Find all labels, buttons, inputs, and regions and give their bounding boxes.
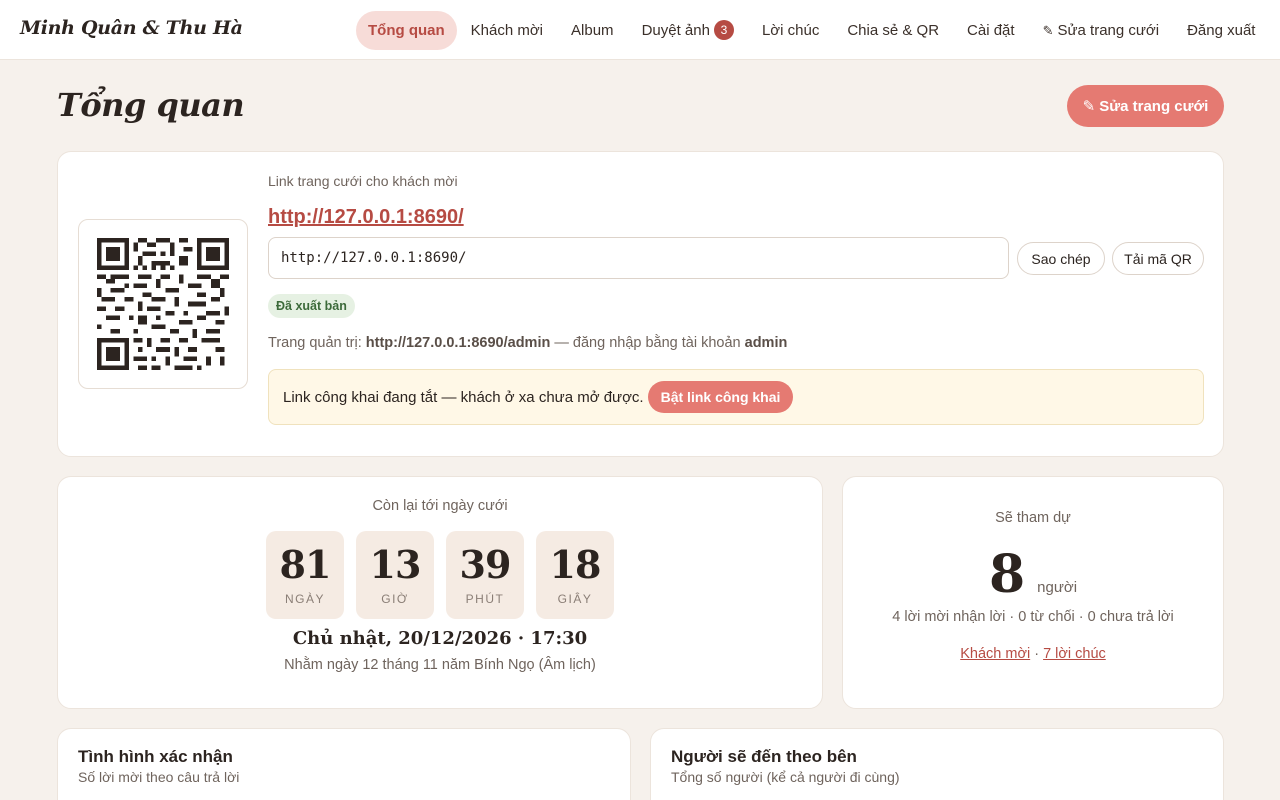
nav-item-album[interactable]: Album [557, 11, 628, 50]
nav-item-label: Album [571, 21, 614, 39]
admin-info: Trang quản trị: http://127.0.0.1:8690/ad… [268, 335, 787, 351]
countdown-minutes: 39 PHÚT [446, 531, 524, 619]
countdown-card: Còn lại tới ngày cưới 81 NGÀY 13 GIỜ 39 … [57, 476, 823, 709]
admin-url: http://127.0.0.1:8690/admin [365, 335, 551, 351]
nav-item-share-qr[interactable]: Chia sẻ & QR [833, 11, 953, 50]
countdown-value: 81 [279, 542, 332, 587]
countdown-hours: 13 GIỜ [356, 531, 434, 619]
countdown-unit: PHÚT [465, 592, 505, 606]
countdown-boxes: 81 NGÀY 13 GIỜ 39 PHÚT 18 GIÂY [266, 531, 614, 619]
card-title: Người sẽ đến theo bên [671, 747, 857, 766]
pencil-icon: ✎ [1042, 22, 1054, 38]
nav-item-overview[interactable]: Tổng quan [356, 10, 457, 50]
wedding-date: Chủ nhật, 20/12/2026 · 17:30 [292, 628, 588, 649]
lunar-date: Nhằm ngày 12 tháng 11 năm Bính Ngọ (Âm l… [284, 657, 596, 673]
attendees-by-side-card: Người sẽ đến theo bên Tổng số người (kể … [650, 728, 1224, 800]
attendance-card: Sẽ tham dự 8 người 4 lời mời nhận lời · … [842, 476, 1224, 709]
pending-count-badge: 3 [713, 20, 734, 40]
countdown-value: 39 [459, 542, 512, 587]
wedding-link-card: Link trang cưới cho khách mời http://127… [57, 151, 1224, 457]
rsvp-breakdown: 4 lời mời nhận lời · 0 từ chối · 0 chưa … [892, 609, 1174, 625]
nav-item-wishes[interactable]: Lời chúc [748, 11, 833, 50]
countdown-value: 13 [369, 542, 422, 587]
nav-item-logout[interactable]: Đăng xuất [1173, 11, 1269, 50]
main-nav: Tổng quan Khách mời Album Duyệt ảnh 3 Lờ… [356, 10, 1269, 50]
wedding-url-link[interactable]: http://127.0.0.1:8690/ [268, 206, 464, 229]
admin-mid-text: — đăng nhập bằng tài khoản [554, 335, 741, 351]
attendance-count: 8 [988, 544, 1026, 605]
qr-code-icon [97, 238, 229, 370]
top-navbar: Minh Quân & Thu Hà Tổng quan Khách mời A… [0, 0, 1280, 60]
countdown-unit: GIÂY [557, 592, 593, 606]
copy-link-button[interactable]: Sao chép [1017, 242, 1105, 275]
nav-item-edit-page[interactable]: ✎ Sửa trang cưới [1029, 11, 1174, 50]
attendance-links: Khách mời · 7 lời chúc [843, 646, 1223, 662]
nav-item-label: Khách mời [470, 21, 544, 39]
countdown-value: 18 [549, 542, 602, 587]
public-link-notice: Link công khai đang tắt — khách ở xa chư… [268, 369, 1204, 425]
nav-item-label: Cài đặt [967, 21, 1015, 39]
pencil-icon: ✎ [1082, 98, 1096, 115]
countdown-days: 81 NGÀY [266, 531, 344, 619]
link-label: Link trang cưới cho khách mời [268, 173, 458, 189]
guests-link[interactable]: Khách mời [960, 646, 1030, 662]
nav-item-photo-review[interactable]: Duyệt ảnh 3 [628, 11, 748, 50]
admin-username: admin [744, 335, 788, 351]
nav-item-label: Tổng quan [368, 21, 445, 39]
attendance-label: Sẽ tham dự [995, 510, 1071, 526]
nav-item-guests[interactable]: Khách mời [457, 11, 557, 50]
wedding-url-field[interactable] [268, 237, 1009, 279]
brand-logo[interactable]: Minh Quân & Thu Hà [20, 17, 243, 39]
nav-item-label: Duyệt ảnh [641, 21, 710, 39]
card-title: Tình hình xác nhận [78, 747, 233, 766]
link-separator: · [1034, 646, 1040, 662]
rsvp-status-card: Tình hình xác nhận Số lời mời theo câu t… [57, 728, 631, 800]
attendance-count-row: 8 người [843, 547, 1223, 603]
nav-item-label: Sửa trang cưới [1057, 21, 1160, 39]
nav-item-label: Đăng xuất [1187, 21, 1256, 39]
page-title: Tổng quan [57, 86, 245, 124]
edit-wedding-page-button[interactable]: ✎ Sửa trang cưới [1067, 85, 1224, 127]
attendance-unit: người [1037, 579, 1078, 596]
card-subtitle: Số lời mời theo câu trả lời [78, 769, 240, 785]
published-status-badge: Đã xuất bản [268, 294, 355, 318]
notice-text: Link công khai đang tắt — khách ở xa chư… [283, 388, 644, 406]
card-subtitle: Tổng số người (kể cả người đi cùng) [671, 769, 900, 785]
wishes-link[interactable]: 7 lời chúc [1043, 646, 1106, 662]
download-qr-button[interactable]: Tải mã QR [1112, 242, 1204, 275]
admin-prefix: Trang quản trị: [268, 335, 362, 351]
qr-code-container [78, 219, 248, 389]
countdown-unit: GIỜ [381, 592, 409, 606]
button-label: Sửa trang cưới [1099, 97, 1209, 115]
nav-item-settings[interactable]: Cài đặt [953, 11, 1029, 50]
countdown-seconds: 18 GIÂY [536, 531, 614, 619]
countdown-label: Còn lại tới ngày cưới [372, 498, 508, 514]
countdown-unit: NGÀY [284, 592, 325, 606]
nav-item-label: Chia sẻ & QR [847, 21, 940, 39]
nav-item-label: Lời chúc [761, 21, 820, 39]
enable-public-link-button[interactable]: Bật link công khai [647, 381, 794, 413]
